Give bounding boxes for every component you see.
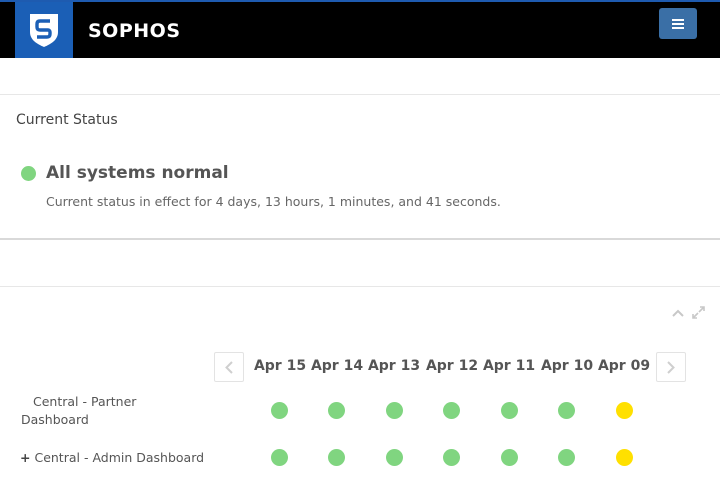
status-dot-operational[interactable] [501, 449, 518, 466]
current-status-heading: Current Status [16, 112, 118, 128]
expand-icon[interactable] [692, 306, 705, 319]
shield-s-icon [30, 14, 58, 47]
status-dot-operational[interactable] [386, 402, 403, 419]
status-dot-operational[interactable] [443, 402, 460, 419]
date-header: Apr 11 [482, 358, 536, 374]
divider [0, 94, 720, 95]
status-dot-operational[interactable] [501, 402, 518, 419]
date-header: Apr 10 [540, 358, 594, 374]
collapse-icon[interactable] [672, 309, 684, 317]
component-label-admin-dashboard: Central - Admin Dashboard [34, 450, 205, 465]
status-dot-operational[interactable] [558, 402, 575, 419]
status-title: All systems normal [46, 163, 229, 183]
brand-name: SOPHOS [88, 20, 181, 42]
status-indicator-dot [21, 166, 36, 181]
date-header: Apr 13 [367, 358, 421, 374]
date-header: Apr 09 [597, 358, 651, 374]
menu-button[interactable] [659, 8, 697, 39]
status-dot-degraded[interactable] [616, 402, 633, 419]
status-dot-operational[interactable] [271, 402, 288, 419]
status-dot-operational[interactable] [386, 449, 403, 466]
top-navbar: SOPHOS [0, 0, 720, 58]
date-header: Apr 12 [425, 358, 479, 374]
status-dot-degraded[interactable] [616, 449, 633, 466]
status-description: Current status in effect for 4 days, 13 … [46, 194, 501, 209]
status-dot-operational[interactable] [271, 449, 288, 466]
date-header: Apr 14 [310, 358, 364, 374]
date-header: Apr 15 [253, 358, 307, 374]
status-dot-operational[interactable] [558, 449, 575, 466]
hamburger-icon [672, 18, 684, 29]
chevron-right-icon [667, 360, 675, 374]
component-label-partner-dashboard: Central - Partner Dashboard [21, 394, 137, 427]
previous-dates-button[interactable] [214, 352, 244, 382]
divider [0, 286, 720, 287]
plus-icon[interactable]: + [20, 450, 30, 465]
status-dot-operational[interactable] [328, 449, 345, 466]
status-dot-operational[interactable] [443, 449, 460, 466]
status-dot-operational[interactable] [328, 402, 345, 419]
chevron-left-icon [225, 360, 233, 374]
component-row-admin-dashboard[interactable]: + Central - Admin Dashboard [20, 449, 220, 467]
card-divider [0, 238, 720, 240]
next-dates-button[interactable] [656, 352, 686, 382]
sophos-logo[interactable] [15, 2, 73, 58]
